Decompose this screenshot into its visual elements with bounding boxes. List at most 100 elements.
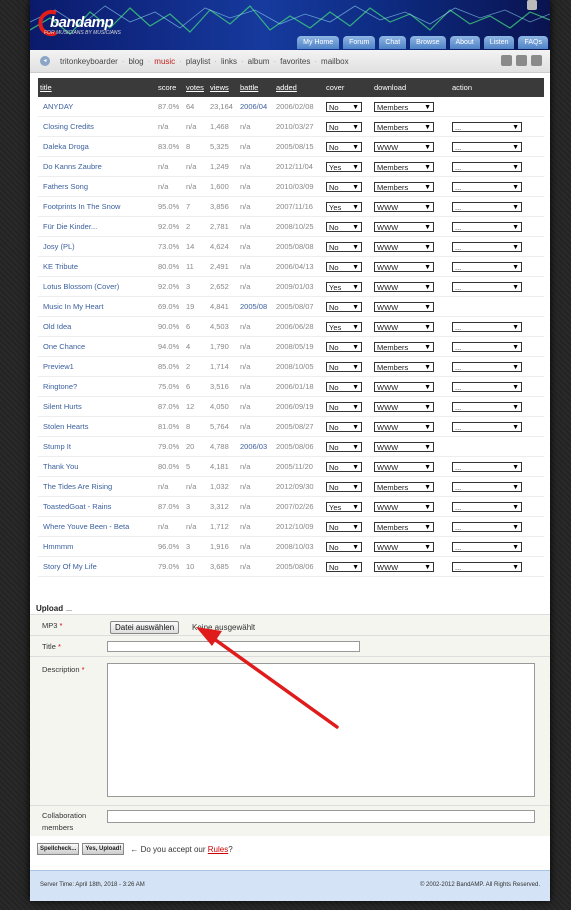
download-select[interactable]: Members — [374, 161, 434, 173]
cover-select[interactable]: No — [326, 241, 362, 253]
download-select[interactable]: WWW — [374, 261, 434, 273]
download-select[interactable]: Members — [374, 341, 434, 353]
download-select[interactable]: WWW — [374, 461, 434, 473]
download-select[interactable]: WWW — [374, 541, 434, 553]
back-icon[interactable]: ◂ — [40, 56, 50, 66]
cover-select[interactable]: No — [326, 101, 362, 113]
cover-select[interactable]: No — [326, 181, 362, 193]
nav-browse[interactable]: Browse — [410, 36, 446, 49]
col-battle[interactable]: battle — [238, 78, 274, 97]
download-select[interactable]: WWW — [374, 561, 434, 573]
spellcheck-button[interactable]: Spellcheck... — [37, 843, 80, 855]
download-select[interactable]: Members — [374, 121, 434, 133]
breadcrumb-link-mailbox[interactable]: mailbox — [321, 57, 349, 66]
cover-select[interactable]: No — [326, 381, 362, 393]
download-select[interactable]: WWW — [374, 441, 434, 453]
breadcrumb-link-favorites[interactable]: favorites — [280, 57, 310, 66]
collaboration-input[interactable] — [107, 810, 535, 823]
action-select[interactable]: ... — [452, 201, 522, 213]
song-title-link[interactable]: Music In My Heart — [38, 296, 156, 317]
nav-my-home[interactable]: My Home — [297, 36, 340, 49]
action-select[interactable]: ... — [452, 481, 522, 493]
cover-select[interactable]: Yes — [326, 321, 362, 333]
download-select[interactable]: WWW — [374, 321, 434, 333]
download-select[interactable]: WWW — [374, 501, 434, 513]
download-select[interactable]: WWW — [374, 221, 434, 233]
download-select[interactable]: Members — [374, 521, 434, 533]
nav-listen[interactable]: Listen — [483, 36, 515, 49]
action-select[interactable]: ... — [452, 341, 522, 353]
cover-select[interactable]: No — [326, 361, 362, 373]
col-votes[interactable]: votes — [184, 78, 208, 97]
song-title-link[interactable]: One Chance — [38, 336, 156, 357]
cover-select[interactable]: No — [326, 261, 362, 273]
breadcrumb-link-album[interactable]: album — [248, 57, 270, 66]
choose-file-button[interactable]: Datei auswählen — [110, 621, 180, 634]
song-title-link[interactable]: The Tides Are Rising — [38, 476, 156, 497]
action-select[interactable]: ... — [452, 381, 522, 393]
download-select[interactable]: WWW — [374, 421, 434, 433]
account-icon[interactable] — [527, 0, 537, 10]
cover-select[interactable]: No — [326, 221, 362, 233]
song-title-link[interactable]: Fathers Song — [38, 176, 156, 197]
action-select[interactable]: ... — [452, 221, 522, 233]
cover-select[interactable]: No — [326, 421, 362, 433]
download-select[interactable]: Members — [374, 101, 434, 113]
cover-select[interactable]: No — [326, 401, 362, 413]
song-title-link[interactable]: Closing Credits — [38, 116, 156, 137]
action-select[interactable]: ... — [452, 181, 522, 193]
cube-icon[interactable] — [516, 55, 527, 66]
action-select[interactable]: ... — [452, 281, 522, 293]
nav-about[interactable]: About — [449, 36, 480, 49]
col-title[interactable]: title — [38, 78, 156, 97]
cover-select[interactable]: No — [326, 141, 362, 153]
cover-select[interactable]: No — [326, 561, 362, 573]
cover-select[interactable]: Yes — [326, 501, 362, 513]
song-title-link[interactable]: Story Of My Life — [38, 556, 156, 577]
cover-select[interactable]: Yes — [326, 281, 362, 293]
download-select[interactable]: WWW — [374, 281, 434, 293]
rules-link[interactable]: Rules — [208, 845, 228, 854]
action-select[interactable]: ... — [452, 521, 522, 533]
description-textarea[interactable] — [107, 663, 535, 797]
cover-select[interactable]: Yes — [326, 161, 362, 173]
song-title-link[interactable]: KE Tribute — [38, 256, 156, 277]
battle-cell[interactable]: 2006/03 — [238, 436, 274, 457]
song-title-link[interactable]: ANYDAY — [38, 97, 156, 117]
song-title-link[interactable]: Für Die Kinder... — [38, 216, 156, 237]
song-title-link[interactable]: Hmmmm — [38, 536, 156, 557]
song-title-link[interactable]: Do Kanns Zaubre — [38, 156, 156, 177]
breadcrumb-link-playlist[interactable]: playlist — [186, 57, 210, 66]
action-select[interactable]: ... — [452, 421, 522, 433]
nav-forum[interactable]: Forum — [343, 36, 376, 49]
col-added[interactable]: added — [274, 78, 324, 97]
action-select[interactable]: ... — [452, 141, 522, 153]
upload-button[interactable]: Yes, Upload! — [82, 843, 125, 855]
song-title-link[interactable]: Thank You — [38, 456, 156, 477]
song-title-link[interactable]: Stolen Hearts — [38, 416, 156, 437]
action-select[interactable]: ... — [452, 401, 522, 413]
download-select[interactable]: Members — [374, 181, 434, 193]
breadcrumb-link-music[interactable]: music — [154, 57, 175, 66]
battle-cell[interactable]: 2005/08 — [238, 296, 274, 317]
action-select[interactable]: ... — [452, 121, 522, 133]
breadcrumb-link-blog[interactable]: blog — [128, 57, 143, 66]
download-select[interactable]: WWW — [374, 381, 434, 393]
song-title-link[interactable]: Daleka Droga — [38, 136, 156, 157]
download-select[interactable]: WWW — [374, 201, 434, 213]
download-select[interactable]: WWW — [374, 401, 434, 413]
cover-select[interactable]: No — [326, 121, 362, 133]
headphones-icon[interactable] — [501, 55, 512, 66]
nav-faqs[interactable]: FAQs — [518, 36, 548, 49]
song-title-link[interactable]: Silent Hurts — [38, 396, 156, 417]
cover-select[interactable]: No — [326, 461, 362, 473]
action-select[interactable]: ... — [452, 461, 522, 473]
breadcrumb-link-links[interactable]: links — [221, 57, 237, 66]
song-title-link[interactable]: Ringtone? — [38, 376, 156, 397]
title-input[interactable] — [107, 641, 360, 652]
download-select[interactable]: Members — [374, 481, 434, 493]
action-select[interactable]: ... — [452, 541, 522, 553]
cover-select[interactable]: No — [326, 541, 362, 553]
cover-select[interactable]: No — [326, 481, 362, 493]
col-views[interactable]: views — [208, 78, 238, 97]
